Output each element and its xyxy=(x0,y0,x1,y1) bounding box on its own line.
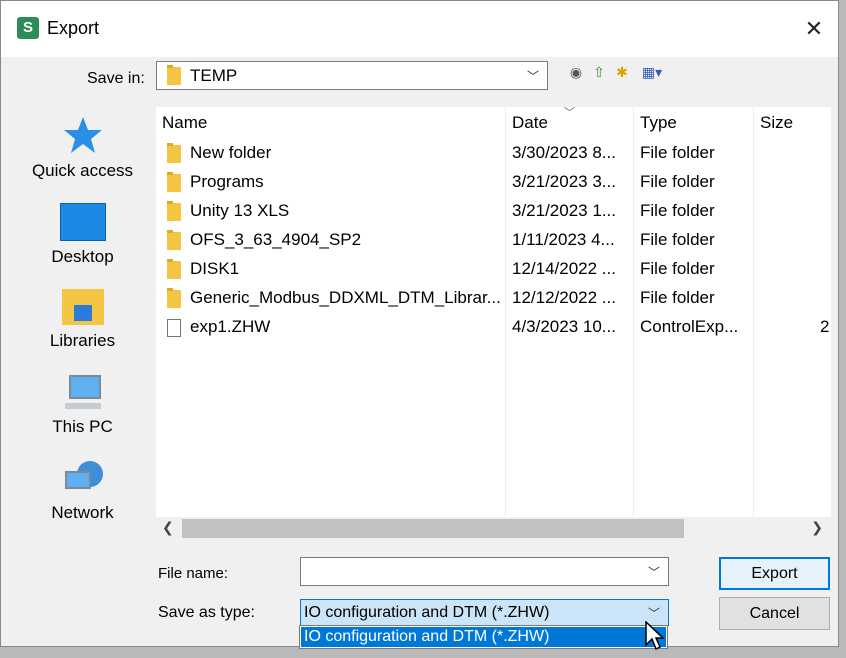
file-type: File folder xyxy=(640,172,715,191)
save-in-label: Save in: xyxy=(87,70,145,87)
file-date: 4/3/2023 10... xyxy=(512,317,616,336)
new-folder-icon[interactable]: ✱ xyxy=(613,64,631,80)
place-label: Network xyxy=(51,503,114,522)
list-item[interactable]: DISK1 12/14/2022 ... File folder xyxy=(156,254,831,283)
file-type: File folder xyxy=(640,259,715,278)
save-as-type-dropdown-list: IO configuration and DTM (*.ZHW) xyxy=(299,625,668,649)
folder-icon xyxy=(167,142,181,163)
mouse-cursor-icon xyxy=(645,620,665,651)
file-name: OFS_3_63_4904_SP2 xyxy=(190,230,362,249)
column-header-size[interactable]: Size xyxy=(754,107,831,139)
app-icon: S xyxy=(17,17,39,39)
list-item[interactable]: Programs 3/21/2023 3... File folder xyxy=(156,167,831,196)
export-dialog: S Export ✕ Save in: TEMP ﹀ ◉ ⇧ ✱ ▦▾ Quic… xyxy=(0,0,839,647)
places-bar: Quick access Desktop Libraries This PC N… xyxy=(15,107,150,539)
dropdown-option[interactable]: IO configuration and DTM (*.ZHW) xyxy=(301,627,666,647)
file-name: DISK1 xyxy=(190,259,240,278)
star-icon xyxy=(63,115,103,155)
scroll-right-icon[interactable]: ❯ xyxy=(811,519,823,536)
place-quick-access[interactable]: Quick access xyxy=(15,115,150,181)
chevron-down-icon: ﹀ xyxy=(647,606,660,620)
column-header-type[interactable]: Type xyxy=(634,107,754,139)
column-header-date[interactable]: Date ﹀ xyxy=(506,107,634,139)
window-title: Export xyxy=(47,18,100,38)
chevron-down-icon: ﹀ xyxy=(526,69,539,83)
file-name: Generic_Modbus_DDXML_DTM_Librar... xyxy=(190,288,501,307)
file-name: New folder xyxy=(190,143,272,162)
place-libraries[interactable]: Libraries xyxy=(15,289,150,351)
file-name-label: File name: xyxy=(158,565,229,582)
folder-icon xyxy=(167,171,181,192)
save-in-value: TEMP xyxy=(190,66,238,85)
computer-icon xyxy=(63,375,103,411)
place-this-pc[interactable]: This PC xyxy=(15,375,150,437)
file-type: File folder xyxy=(640,230,715,249)
file-name: Unity 13 XLS xyxy=(190,201,290,220)
place-label: Libraries xyxy=(49,331,116,350)
file-type: File folder xyxy=(640,143,715,162)
cancel-button[interactable]: Cancel xyxy=(719,597,830,630)
file-date: 1/11/2023 4... xyxy=(512,230,615,249)
folder-icon xyxy=(167,287,181,308)
file-size: 2 xyxy=(820,317,830,336)
title-bar: S Export ✕ xyxy=(1,1,838,57)
file-name: exp1.ZHW xyxy=(190,317,271,336)
file-list[interactable]: Name Date ﹀ Type Size New folder 3/30/20… xyxy=(156,107,831,540)
place-desktop[interactable]: Desktop xyxy=(15,203,150,267)
scroll-left-icon[interactable]: ❮ xyxy=(162,519,174,536)
save-as-type-select[interactable]: IO configuration and DTM (*.ZHW) ﹀ xyxy=(300,599,669,626)
file-date: 12/12/2022 ... xyxy=(512,288,616,307)
place-network[interactable]: Network xyxy=(15,461,150,523)
up-folder-icon[interactable]: ⇧ xyxy=(590,64,608,80)
folder-icon xyxy=(167,65,181,85)
folder-icon xyxy=(167,200,181,221)
view-menu-icon[interactable]: ▦▾ xyxy=(637,64,667,80)
libraries-icon xyxy=(61,289,104,325)
list-item[interactable]: exp1.ZHW 4/3/2023 10... ControlExp... 2 xyxy=(156,312,831,341)
scrollbar-thumb[interactable] xyxy=(182,519,684,538)
column-header-name[interactable]: Name xyxy=(156,107,506,139)
save-as-type-label: Save as type: xyxy=(158,604,255,621)
column-header-date-label: Date xyxy=(512,113,548,132)
save-in-combo[interactable]: TEMP ﹀ xyxy=(156,61,548,90)
folder-icon xyxy=(167,258,181,279)
save-as-type-value: IO configuration and DTM (*.ZHW) xyxy=(304,604,550,621)
sort-chevron-icon: ﹀ xyxy=(564,107,575,119)
place-label: Quick access xyxy=(31,161,134,180)
file-date: 3/21/2023 1... xyxy=(512,201,616,220)
file-icon xyxy=(167,318,181,337)
horizontal-scrollbar[interactable]: ❮ ❯ xyxy=(156,517,831,540)
file-type: File folder xyxy=(640,288,715,307)
file-date: 3/21/2023 3... xyxy=(512,172,616,191)
list-item[interactable]: New folder 3/30/2023 8... File folder xyxy=(156,138,831,167)
chevron-down-icon: ﹀ xyxy=(647,565,660,579)
network-icon xyxy=(63,461,103,497)
close-button[interactable]: ✕ xyxy=(790,1,838,57)
file-date: 12/14/2022 ... xyxy=(512,259,616,278)
place-label: Desktop xyxy=(51,247,114,266)
back-icon[interactable]: ◉ xyxy=(567,64,585,80)
desktop-icon xyxy=(59,203,106,241)
export-button[interactable]: Export xyxy=(719,557,830,590)
place-label: This PC xyxy=(52,417,113,436)
file-type: File folder xyxy=(640,201,715,220)
file-type: ControlExp... xyxy=(640,317,739,336)
file-date: 3/30/2023 8... xyxy=(512,143,616,162)
folder-icon xyxy=(167,229,181,250)
list-item[interactable]: OFS_3_63_4904_SP2 1/11/2023 4... File fo… xyxy=(156,225,831,254)
file-name: Programs xyxy=(190,172,264,191)
file-name-input[interactable]: ﹀ xyxy=(300,557,669,586)
list-item[interactable]: Unity 13 XLS 3/21/2023 1... File folder xyxy=(156,196,831,225)
list-item[interactable]: Generic_Modbus_DDXML_DTM_Librar... 12/12… xyxy=(156,283,831,312)
